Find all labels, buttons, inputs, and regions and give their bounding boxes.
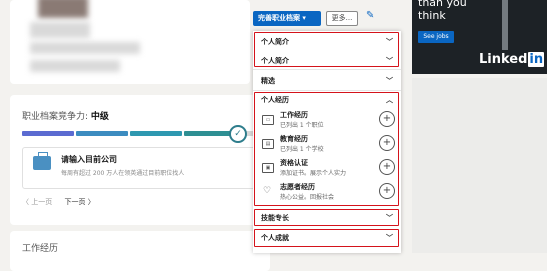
progress-segment	[22, 131, 74, 136]
linkedin-logo: Linked in	[479, 52, 545, 67]
briefcase-icon	[33, 152, 51, 170]
profile-strength-card: 职业档案竞争力: 中级 ✓ 请输入目前公司 每周有超过 200 万人在领英通过目…	[10, 95, 270, 225]
check-icon: ✓	[229, 125, 247, 143]
work-experience-title: 工作经历	[22, 244, 59, 254]
profile-photo-blurred	[38, 0, 88, 18]
next-page-button[interactable]: 下一页 〉	[64, 198, 94, 206]
divider	[253, 90, 401, 91]
chevron-down-icon: ﹀	[386, 77, 393, 85]
ad-text-line: think	[418, 9, 446, 22]
strength-level: 中级	[90, 112, 109, 122]
profile-location-blurred	[30, 60, 120, 72]
highlight-box	[254, 92, 399, 206]
profile-name-blurred	[30, 22, 90, 38]
tip-pager: 〈 上一页 下一页 〉	[22, 197, 105, 207]
divider	[253, 69, 401, 70]
highlight-box	[254, 32, 399, 67]
strength-progress-bar: ✓	[22, 125, 267, 143]
progress-segment	[130, 131, 182, 136]
ad-headline: than you think	[418, 0, 467, 22]
tip-title: 请输入目前公司	[61, 155, 117, 164]
profile-action-bar: 完善职业档案 ▾ 更多... ✎	[253, 8, 403, 30]
section-label: 精选	[261, 77, 275, 85]
logo-text: Linked	[479, 52, 528, 67]
add-profile-section-button[interactable]: 完善职业档案 ▾	[253, 11, 321, 26]
strength-label: 职业档案竞争力:	[22, 112, 89, 122]
linkedin-ad-banner[interactable]: than you think See jobs Linked in	[412, 0, 547, 74]
prev-page-button[interactable]: 〈 上一页	[22, 198, 52, 206]
ad-text-line: than you	[418, 0, 467, 9]
add-section-dropdown: 个人简介 ﹀ 个人简介 ﹀ 精选 ﹀ 个人经历 ︿ ▭ 工作经历 已列出 1 个…	[253, 31, 401, 253]
logo-in: in	[528, 52, 545, 67]
profile-strength-title: 职业档案竞争力: 中级	[22, 109, 109, 122]
strength-tip[interactable]: 请输入目前公司 每周有超过 200 万人在领英通过目前职位找人	[22, 147, 264, 189]
right-rail	[412, 78, 547, 253]
more-button[interactable]: 更多...	[326, 11, 358, 26]
progress-segment	[76, 131, 128, 136]
progress-segment	[184, 131, 234, 136]
see-jobs-button[interactable]: See jobs	[418, 31, 454, 43]
highlight-box	[254, 209, 399, 226]
profile-card	[10, 0, 250, 84]
profile-headline-blurred	[30, 42, 140, 54]
work-experience-card: 工作经历	[10, 231, 270, 271]
pencil-icon[interactable]: ✎	[366, 10, 374, 21]
section-row-featured[interactable]: 精选 ﹀	[253, 76, 401, 90]
highlight-box	[254, 229, 399, 247]
tip-subtitle: 每周有超过 200 万人在领英通过目前职位找人	[61, 170, 185, 177]
ad-decoration	[502, 0, 508, 50]
